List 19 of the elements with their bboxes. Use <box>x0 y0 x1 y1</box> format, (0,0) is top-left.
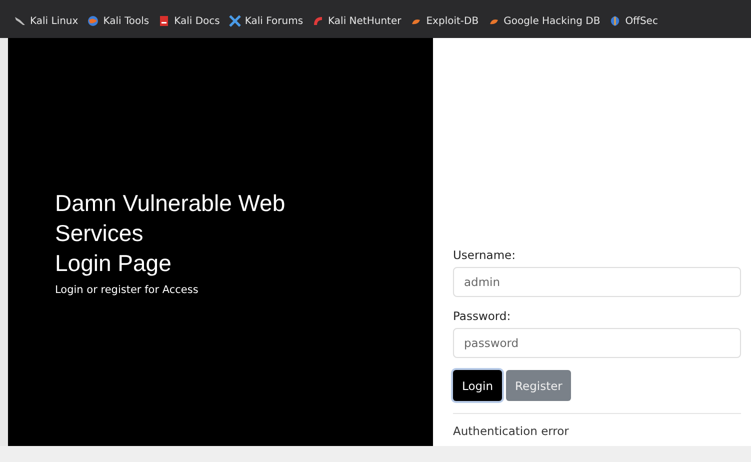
error-message: Authentication error <box>453 424 570 438</box>
bookmark-link[interactable]: Kali Docs <box>158 15 220 27</box>
input-field[interactable]: admin <box>453 267 741 297</box>
field-label: Username: <box>453 248 516 262</box>
login-button[interactable]: Login <box>453 370 502 401</box>
bookmark-link[interactable]: Kali Linux <box>14 15 78 27</box>
globe-icon <box>87 15 100 27</box>
hero-subtitle: Login or register for Access <box>55 284 200 296</box>
bookmark-link[interactable]: OffSec <box>609 15 658 27</box>
field-label: Password: <box>453 309 512 323</box>
document-icon <box>158 15 170 27</box>
input-field[interactable]: password <box>453 328 741 358</box>
bookmark-link[interactable]: Exploit-DB <box>410 15 479 27</box>
bookmark-link[interactable]: Kali Tools <box>87 15 150 27</box>
bookmark-link[interactable]: Kali NetHunter <box>312 15 402 27</box>
hero-title: Damn Vulnerable Web Services Login Page <box>55 189 286 278</box>
cross-icon <box>228 15 241 27</box>
bookmark-link[interactable]: Google Hacking DB <box>488 15 600 27</box>
bookmark-link[interactable]: Kali Forums <box>228 15 304 27</box>
